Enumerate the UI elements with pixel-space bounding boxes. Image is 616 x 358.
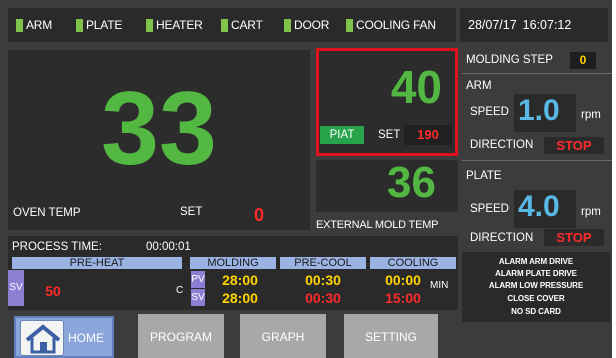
arm-direction-label: DIRECTION (470, 139, 534, 151)
molding-pv-tag: PV (191, 271, 205, 288)
precool-header: PRE-COOL (280, 257, 366, 269)
oven-setpoint-field[interactable]: 0 (210, 203, 308, 227)
molding-step-value: 0 (570, 52, 596, 69)
indicator-label: CART (231, 18, 263, 32)
time-text: 16:07:12 (522, 18, 572, 32)
plate-status-led (76, 18, 83, 32)
arm-speed-value: 1.0 (518, 94, 560, 127)
graph-button[interactable]: GRAPH (240, 314, 326, 358)
home-icon (20, 320, 64, 356)
divider (462, 160, 612, 161)
precool-sv-value[interactable]: 00:30 (280, 290, 366, 306)
mold-setpoint-field[interactable]: 190 (404, 125, 452, 145)
oven-temp-value: 33 (101, 70, 217, 187)
molding-step-label: MOLDING STEP (466, 54, 553, 66)
indicator-label: COOLING FAN (356, 18, 436, 32)
plate-direction-value: STOP (544, 229, 604, 246)
indicator-heater: HEATER (146, 18, 203, 32)
program-button[interactable]: PROGRAM (138, 314, 224, 358)
setting-button[interactable]: SETTING (344, 314, 438, 358)
divider (462, 73, 612, 74)
alarm-item: NO SD CARD (511, 307, 561, 316)
indicator-label: HEATER (156, 18, 203, 32)
process-time-value: 00:00:01 (146, 241, 191, 253)
cart-status-led (221, 18, 228, 32)
cooling-unit: MIN (430, 280, 449, 291)
status-bar: ARM PLATE HEATER CART DOOR COOLING FAN (8, 8, 456, 42)
house-icon (25, 324, 61, 354)
arm-title: ARM (466, 80, 492, 92)
preheat-header: PRE-HEAT (12, 257, 182, 269)
heater-status-led (146, 18, 153, 32)
date-time-display: 28/07/17 16:07:12 (460, 8, 608, 42)
molding-sv-tag: SV (191, 289, 205, 306)
cooling-fan-status-led (346, 18, 353, 32)
arm-speed-unit: rpm (581, 109, 601, 121)
indicator-label: ARM (26, 18, 53, 32)
indicator-arm: ARM (16, 18, 52, 32)
indicator-cooling-fan: COOLING FAN (346, 18, 436, 32)
molding-sv-value[interactable]: 28:00 (206, 290, 274, 306)
molding-pv-value: 28:00 (222, 272, 258, 288)
door-status-led (284, 18, 291, 32)
plate-direction-label: DIRECTION (470, 232, 534, 244)
oven-temp-label: OVEN TEMP (13, 207, 81, 219)
indicator-door: DOOR (284, 18, 329, 32)
precool-pv-value: 00:30 (305, 272, 341, 288)
indicator-cart: CART (221, 18, 263, 32)
piat-mode-button[interactable]: PIAT (320, 126, 364, 144)
plate-speed-label: SPEED (470, 203, 509, 215)
plate-speed-value: 4.0 (518, 190, 560, 223)
arm-speed-label: SPEED (470, 106, 509, 118)
process-time-label: PROCESS TIME: (12, 241, 102, 253)
alarm-item: ALARM ARM DRIVE (498, 257, 574, 266)
plate-title: PLATE (466, 170, 502, 182)
mold-set-label: SET (378, 129, 401, 141)
indicator-label: DOOR (294, 18, 330, 32)
alarm-item: CLOSE COVER (507, 294, 565, 303)
indicator-label: PLATE (86, 18, 123, 32)
external-mold-temp-value: 36 (387, 158, 436, 207)
indicator-plate: PLATE (76, 18, 122, 32)
molding-header: MOLDING (190, 257, 276, 269)
preheat-sv-tag: SV (8, 270, 24, 306)
cooling-header: COOLING (370, 257, 456, 269)
home-button-label: HOME (68, 331, 104, 345)
mold-temp-value: 40 (390, 61, 442, 113)
arm-status-led (16, 18, 23, 32)
plate-speed-unit: rpm (581, 206, 601, 218)
arm-direction-value: STOP (544, 137, 604, 154)
preheat-setpoint-value[interactable]: 50 (28, 283, 78, 299)
external-mold-temp-label: EXTERNAL MOLD TEMP (316, 219, 439, 231)
cooling-sv-value[interactable]: 15:00 (360, 290, 446, 306)
home-button[interactable]: HOME (14, 316, 114, 358)
preheat-unit: C (176, 285, 184, 296)
hmi-screen: ARM PLATE HEATER CART DOOR COOLING FAN 2… (0, 0, 612, 358)
date-text: 28/07/17 (468, 18, 517, 32)
alarm-item: ALARM PLATE DRIVE (495, 269, 577, 278)
oven-set-label: SET (180, 206, 203, 218)
alarm-item: ALARM LOW PRESSURE (488, 281, 584, 290)
